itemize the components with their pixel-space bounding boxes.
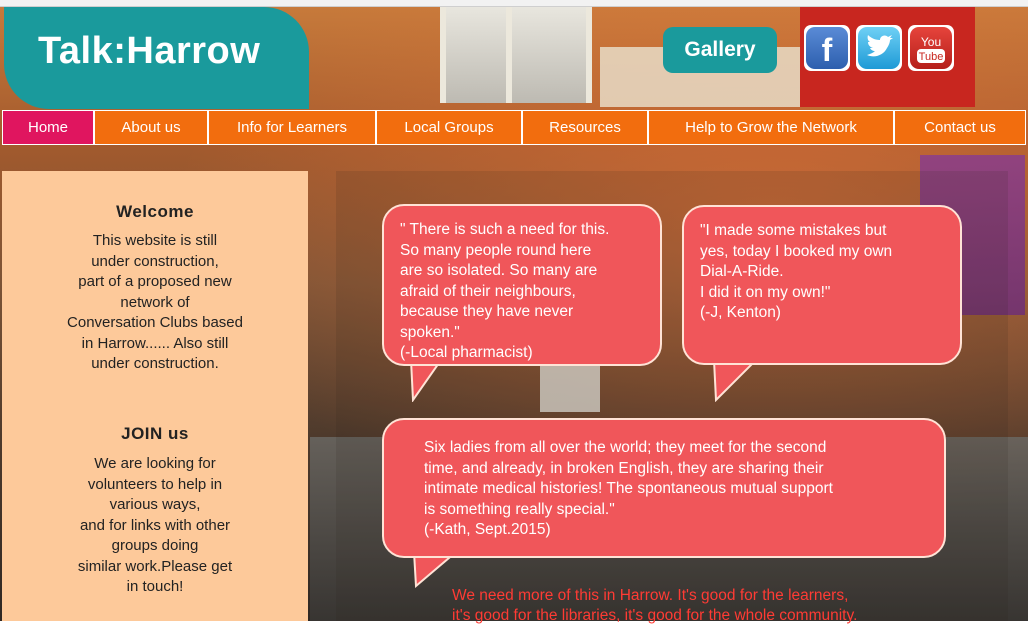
main-nav: Home About us Info for Learners Local Gr…: [2, 110, 1026, 147]
quote-bubble-kenton: "I made some mistakes but yes, today I b…: [682, 205, 962, 365]
welcome-text: This website is still under construction…: [67, 232, 243, 372]
facebook-icon[interactable]: f: [804, 25, 850, 71]
gallery-button[interactable]: Gallery: [663, 27, 777, 73]
join-text: We are looking for volunteers to help in…: [77, 455, 233, 595]
quote-bubble-kath: Six ladies from all over the world; they…: [382, 418, 946, 558]
facebook-letter: f: [822, 32, 833, 68]
footer-quote: We need more of this in Harrow. It's goo…: [452, 587, 858, 624]
nav-item-resources[interactable]: Resources: [522, 110, 648, 145]
twitter-icon[interactable]: [856, 25, 902, 71]
nav-item-local-groups[interactable]: Local Groups: [376, 110, 522, 145]
youtube-text-you: You: [921, 35, 941, 49]
nav-item-help-to-grow-the-network[interactable]: Help to Grow the Network: [648, 110, 894, 145]
youtube-icon[interactable]: You Tube: [908, 25, 954, 71]
speech-bubble-tail: [712, 360, 758, 402]
welcome-heading: Welcome: [116, 202, 194, 221]
youtube-text-tube: Tube: [919, 51, 944, 63]
speech-bubble-tail: [409, 360, 443, 402]
quote-bubble-pharmacist: " There is such a need for this. So many…: [382, 204, 662, 366]
nav-item-about-us[interactable]: About us: [94, 110, 208, 145]
nav-item-info-for-learners[interactable]: Info for Learners: [208, 110, 376, 145]
background-window: [440, 7, 592, 103]
sidebar: Welcome This website is still under cons…: [2, 171, 308, 621]
site-title[interactable]: Talk:Harrow: [38, 30, 260, 73]
nav-item-contact-us[interactable]: Contact us: [894, 110, 1026, 145]
nav-item-home[interactable]: Home: [2, 110, 94, 145]
join-heading: JOIN us: [121, 424, 189, 443]
browser-top-edge: [0, 0, 1028, 7]
